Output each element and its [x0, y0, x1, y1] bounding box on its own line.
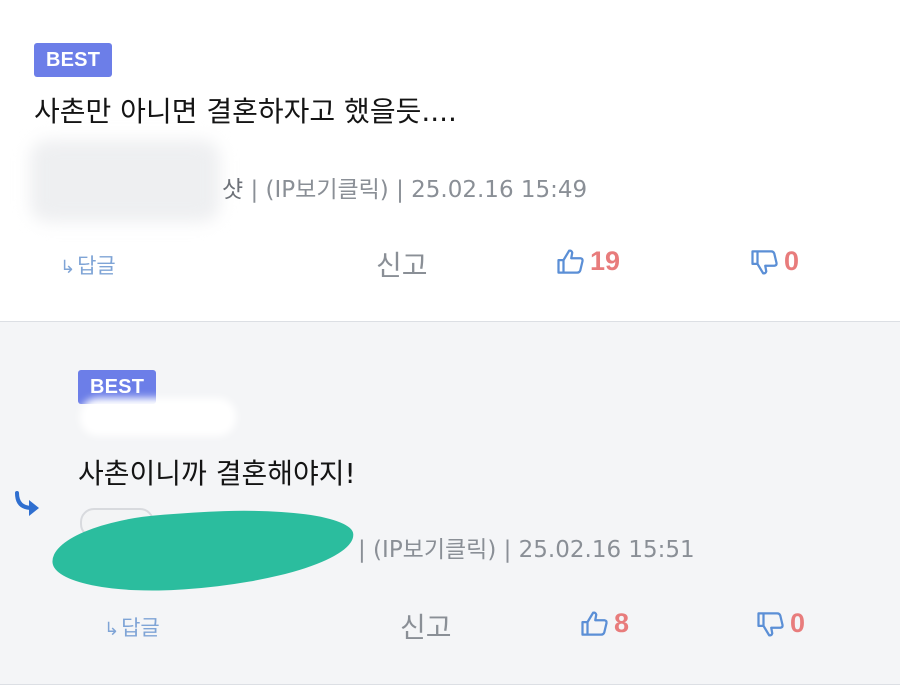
meta-info[interactable]: | (IP보기클릭) | 25.02.16 15:49: [243, 177, 587, 203]
redacted-nickname: [30, 140, 220, 222]
reply-label: 답글: [121, 616, 160, 640]
nickname[interactable]: 샷: [222, 177, 243, 203]
thumbs-down-icon: [757, 611, 784, 636]
report-button[interactable]: 신고: [400, 606, 452, 646]
redacted-text: [80, 398, 236, 436]
comment-text: 사촌이니까 결혼해야지!: [78, 457, 356, 490]
reply-button[interactable]: ↳답글: [60, 250, 116, 280]
thumbs-down-icon: [751, 249, 778, 274]
thumbs-up-icon: [557, 249, 584, 274]
like-button[interactable]: 8: [580, 608, 629, 639]
reply-label: 답글: [77, 254, 116, 278]
dislike-button[interactable]: 0: [750, 246, 799, 277]
comment-item: BEST 사촌만 아니면 결혼하자고 했을듯.... 샷 | (IP보기클릭) …: [0, 0, 900, 322]
thumbs-up-icon: [581, 611, 608, 636]
reply-comment-item: BEST 사촌이니까 결혼해야지! | (IP보기클릭) | 25.02.16 …: [0, 322, 900, 685]
reply-arrow-icon: ↳: [60, 257, 76, 278]
report-button[interactable]: 신고: [376, 244, 428, 284]
dislike-button[interactable]: 0: [756, 608, 805, 639]
comment-text: 사촌만 아니면 결혼하자고 했을듯....: [34, 95, 457, 128]
comment-meta: 샷 | (IP보기클릭) | 25.02.16 15:49: [222, 170, 587, 204]
meta-info[interactable]: | (IP보기클릭) | 25.02.16 15:51: [358, 537, 695, 563]
dislike-count: 0: [790, 608, 806, 638]
reply-arrow-icon: ↳: [104, 619, 120, 640]
dislike-count: 0: [784, 246, 800, 276]
reply-arrow-icon: [15, 491, 39, 516]
comment-meta: | (IP보기클릭) | 25.02.16 15:51: [358, 530, 695, 564]
like-button[interactable]: 19: [556, 246, 620, 277]
reply-button[interactable]: ↳답글: [104, 612, 160, 642]
best-badge: BEST: [34, 43, 113, 77]
like-count: 8: [614, 608, 630, 638]
like-count: 19: [590, 246, 621, 276]
